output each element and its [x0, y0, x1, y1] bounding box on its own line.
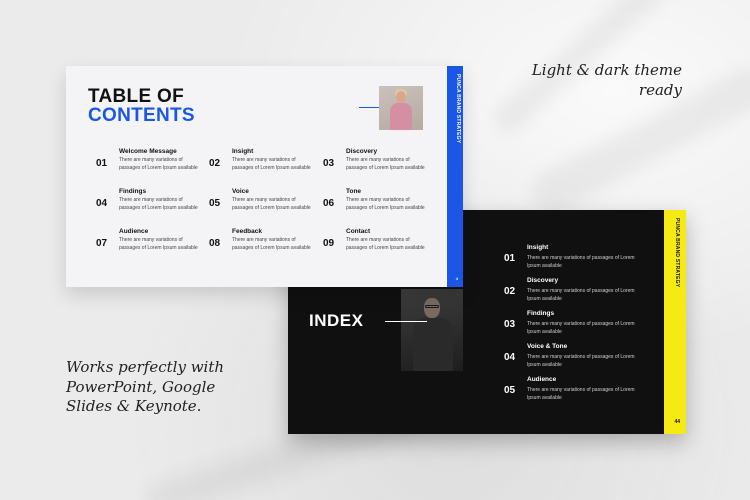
- toc-item: 02 Insight There are many variations of …: [209, 148, 319, 184]
- index-item-number: 03: [504, 319, 516, 330]
- toc-item-number: 02: [209, 158, 221, 169]
- index-item: 02 Discovery There are many variations o…: [504, 277, 654, 307]
- photo-head: [424, 298, 440, 318]
- dark-slide-brand-label: PUNCA BRAND STRATEGY: [674, 218, 680, 288]
- toc-item-description: There are many variations of passages of…: [119, 157, 198, 171]
- index-item-title: Audience: [527, 376, 557, 383]
- index-item-number: 04: [504, 352, 516, 363]
- toc-item-title: Discovery: [346, 148, 378, 155]
- index-item: 01 Insight There are many variations of …: [504, 244, 654, 274]
- toc-item-title: Findings: [119, 188, 147, 195]
- photo-glasses: [425, 305, 439, 308]
- toc-item-title: Welcome Message: [119, 148, 177, 155]
- man-photo: [401, 289, 463, 371]
- toc-item-description: There are many variations of passages of…: [232, 197, 311, 211]
- toc-item-title: Feedback: [232, 228, 262, 235]
- index-item: 04 Voice & Tone There are many variation…: [504, 343, 654, 373]
- photo-body: [390, 103, 412, 130]
- dark-slide-page-number: 44: [674, 419, 680, 425]
- index-item-title: Insight: [527, 244, 549, 251]
- toc-item-title: Voice: [232, 188, 249, 195]
- toc-item-description: There are many variations of passages of…: [232, 237, 311, 251]
- index-item-title: Voice & Tone: [527, 343, 568, 350]
- toc-item: 06 Tone There are many variations of pas…: [323, 188, 433, 224]
- index-item-title: Discovery: [527, 277, 559, 284]
- light-slide-table-of-contents: TABLE OF CONTENTS 01 Welcome Message The…: [66, 66, 463, 287]
- toc-heading-line2: CONTENTS: [88, 105, 195, 126]
- tagline-compatibility: Works perfectly with PowerPoint, Google …: [66, 358, 225, 415]
- index-item-title: Findings: [527, 310, 555, 317]
- index-item-description: There are many variations of passages of…: [527, 321, 635, 335]
- toc-heading-line1: TABLE OF: [88, 86, 184, 107]
- toc-heading: TABLE OF CONTENTS: [88, 87, 195, 125]
- toc-item: 04 Findings There are many variations of…: [96, 188, 206, 224]
- toc-item-number: 07: [96, 238, 108, 249]
- index-heading: INDEX: [309, 311, 364, 330]
- index-item-description: There are many variations of passages of…: [527, 288, 635, 302]
- toc-item-number: 09: [323, 238, 335, 249]
- toc-item-title: Insight: [232, 148, 254, 155]
- toc-item-description: There are many variations of passages of…: [119, 237, 198, 251]
- toc-item-description: There are many variations of passages of…: [346, 157, 425, 171]
- toc-item: 05 Voice There are many variations of pa…: [209, 188, 319, 224]
- tagline-theme: Light & dark theme ready: [531, 61, 682, 99]
- index-accent-line: [385, 321, 427, 322]
- toc-item-number: 08: [209, 238, 221, 249]
- toc-item-title: Contact: [346, 228, 371, 235]
- toc-item-number: 01: [96, 158, 108, 169]
- index-item-number: 02: [504, 286, 516, 297]
- index-item: 03 Findings There are many variations of…: [504, 310, 654, 340]
- toc-item-title: Tone: [346, 188, 362, 195]
- toc-item-number: 04: [96, 198, 108, 209]
- index-item-description: There are many variations of passages of…: [527, 354, 635, 368]
- index-item: 05 Audience There are many variations of…: [504, 376, 654, 406]
- toc-item-number: 05: [209, 198, 221, 209]
- woman-photo: [379, 86, 423, 130]
- toc-item: 07 Audience There are many variations of…: [96, 228, 206, 264]
- toc-item-title: Audience: [119, 228, 149, 235]
- toc-item-description: There are many variations of passages of…: [346, 237, 425, 251]
- photo-body: [413, 318, 453, 371]
- light-slide-brand-label: PUNCA BRAND STRATEGY: [455, 74, 461, 144]
- light-slide-page-number: 4: [455, 276, 458, 281]
- toc-item: 09 Contact There are many variations of …: [323, 228, 433, 264]
- toc-item-number: 03: [323, 158, 335, 169]
- index-item-number: 05: [504, 385, 516, 396]
- toc-item: 08 Feedback There are many variations of…: [209, 228, 319, 264]
- index-item-description: There are many variations of passages of…: [527, 255, 635, 269]
- photo-head: [396, 91, 406, 103]
- toc-item-description: There are many variations of passages of…: [346, 197, 425, 211]
- index-item-number: 01: [504, 253, 516, 264]
- toc-item: 03 Discovery There are many variations o…: [323, 148, 433, 184]
- toc-item-description: There are many variations of passages of…: [119, 197, 198, 211]
- index-item-description: There are many variations of passages of…: [527, 387, 635, 401]
- toc-item-number: 06: [323, 198, 335, 209]
- toc-item-description: There are many variations of passages of…: [232, 157, 311, 171]
- toc-item: 01 Welcome Message There are many variat…: [96, 148, 206, 184]
